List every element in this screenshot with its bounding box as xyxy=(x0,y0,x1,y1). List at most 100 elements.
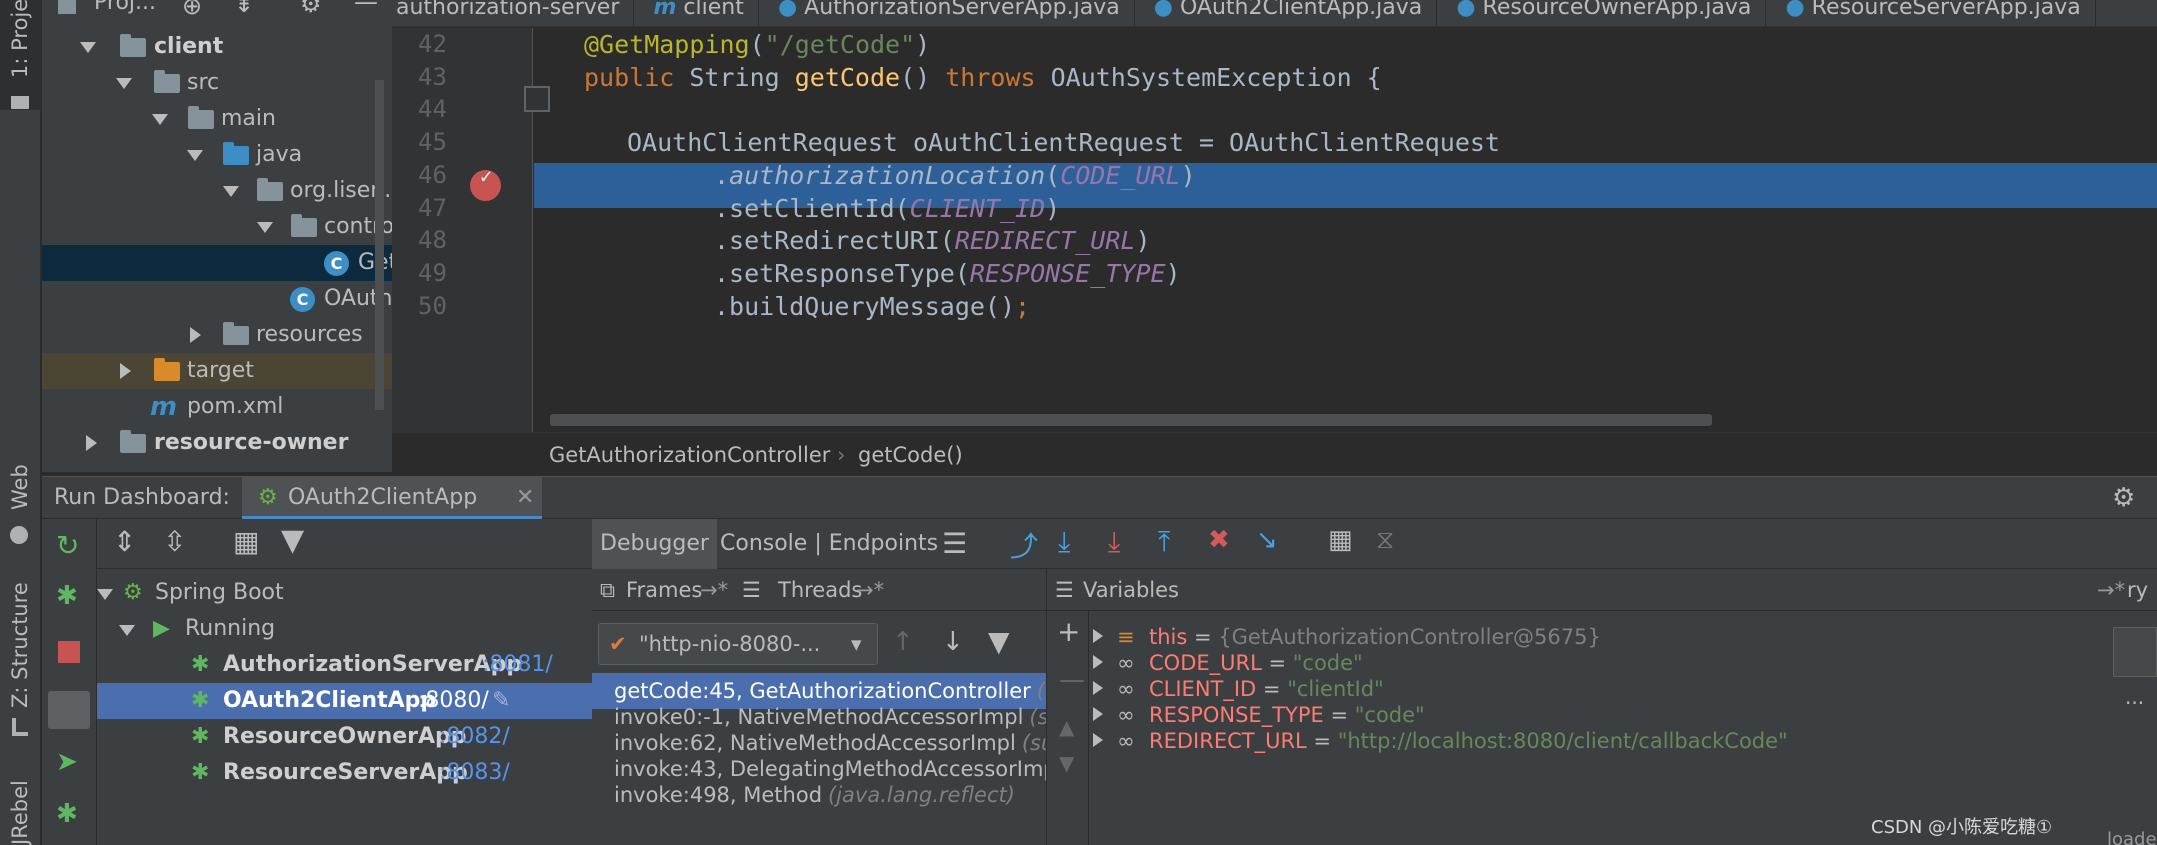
collapse-all-icon[interactable]: ⇳ xyxy=(163,525,186,558)
down-icon[interactable]: ▼ xyxy=(1059,751,1074,775)
threads-tab[interactable]: Threads xyxy=(778,569,862,611)
run-tree-port[interactable]: :8080/ xyxy=(418,683,489,719)
chevron-down-icon[interactable] xyxy=(152,114,168,125)
tree-item-java[interactable]: java xyxy=(42,137,392,173)
hide-icon[interactable]: — xyxy=(354,0,378,16)
web-tool-tab[interactable]: Web xyxy=(0,464,41,550)
tree-item-main[interactable]: main xyxy=(42,101,392,137)
pin-icon[interactable]: →* xyxy=(856,569,884,611)
down-arrow-icon[interactable]: ↓ xyxy=(942,627,964,657)
search-icon[interactable] xyxy=(2113,627,2157,677)
frames-tab[interactable]: Frames xyxy=(626,569,702,611)
up-icon[interactable]: ▲ xyxy=(1059,715,1074,739)
trace-icon[interactable]: ⧖ xyxy=(1376,525,1394,556)
structure-tool-tab[interactable]: Z: Structure xyxy=(0,582,41,740)
tree-item-client[interactable]: client xyxy=(42,29,392,65)
more-icon[interactable]: ... xyxy=(2125,685,2144,709)
tab-oauth2-client-app-config[interactable]: ⚙ OAuth2ClientApp ✕ xyxy=(242,477,542,519)
run-tree-port[interactable]: :8083/ xyxy=(439,755,510,791)
locate-icon[interactable]: ⊕ xyxy=(182,0,202,20)
remove-icon[interactable]: — xyxy=(1059,665,1085,695)
drop-frame-icon[interactable]: ✖ xyxy=(1208,525,1230,555)
chevron-right-icon[interactable] xyxy=(1093,655,1103,669)
tab-console-endpoints[interactable]: Console | Endpoints xyxy=(712,519,946,569)
close-icon[interactable]: ✕ xyxy=(516,477,534,519)
watches-tab[interactable]: ry xyxy=(2127,569,2148,611)
menu-icon[interactable]: ☰ xyxy=(942,527,967,560)
gear-icon[interactable]: ⚙ xyxy=(2112,477,2135,519)
add-icon[interactable]: + xyxy=(1057,615,1080,648)
bug-icon[interactable]: ✱ xyxy=(56,799,78,829)
tree-item-target[interactable]: target xyxy=(42,353,392,389)
tab-authorization-server-app[interactable]: ● AuthorizationServerApp.java xyxy=(764,0,1135,26)
step-out-icon[interactable]: ⤒ xyxy=(1158,525,1170,559)
expand-all-icon[interactable]: ⇕ xyxy=(113,525,136,558)
debug-icon[interactable]: ✱ xyxy=(56,581,78,611)
run-tree-item-spring-boot[interactable]: ⚙ Spring Boot xyxy=(97,575,592,611)
edit-icon[interactable]: ✎ xyxy=(492,683,510,719)
show-execution-point-icon[interactable]: ⤴ xyxy=(1010,525,1038,565)
fold-marker-icon[interactable] xyxy=(524,86,550,112)
tree-item-resource-owner[interactable]: resource-owner xyxy=(42,425,392,461)
chevron-down-icon[interactable] xyxy=(187,150,203,161)
tab-oauth2-client-app[interactable]: ● OAuth2ClientApp.java xyxy=(1140,0,1438,26)
project-tool-tab[interactable]: 1: Project xyxy=(0,0,41,110)
horizontal-scrollbar[interactable] xyxy=(550,414,1712,426)
collapse-all-icon[interactable]: ⇟ xyxy=(234,0,254,18)
thread-select[interactable]: ✔ "http-nio-8080-... ▾ xyxy=(598,623,878,665)
chevron-down-icon[interactable] xyxy=(80,42,96,53)
run-tree-port[interactable]: :8081/ xyxy=(482,647,553,683)
gear-icon[interactable]: ⚙ xyxy=(300,0,322,18)
project-view-selector[interactable]: Proj... xyxy=(94,0,156,16)
chevron-down-icon[interactable] xyxy=(119,625,135,636)
run-tree-item-running[interactable]: ▶ Running xyxy=(97,611,592,647)
rerun-icon[interactable]: ↻ xyxy=(56,529,79,562)
chevron-right-icon[interactable] xyxy=(1093,733,1103,747)
tree-item-src[interactable]: src xyxy=(42,65,392,101)
evaluate-expression-icon[interactable]: ▦ xyxy=(1328,525,1353,555)
chevron-right-icon[interactable] xyxy=(86,435,97,451)
tree-item-oauth-app[interactable]: C OAuth xyxy=(42,281,392,317)
pin-icon[interactable]: →* xyxy=(700,569,728,611)
run-tree-item-resource-owner[interactable]: ✱ ResourceOwnerApp :8082/ xyxy=(97,719,592,755)
filter-icon[interactable]: ▼ xyxy=(281,523,304,558)
variable-row[interactable]: ∞ REDIRECT_URL = "http://localhost:8080/c… xyxy=(1093,723,2157,759)
tab-client[interactable]: m client xyxy=(639,0,759,26)
chevron-right-icon[interactable] xyxy=(1093,681,1103,695)
group-icon[interactable]: ▦ xyxy=(233,525,259,558)
run-tree-item-authorization-server[interactable]: ✱ AuthorizationServerApp :8081/ xyxy=(97,647,592,683)
frame-row[interactable]: invoke:498, Method (java.lang.reflect) xyxy=(592,777,1046,813)
code-line[interactable]: public String getCode() throws OAuthSyst… xyxy=(584,55,1382,100)
tab-debugger[interactable]: Debugger xyxy=(592,519,717,569)
chevron-down-icon[interactable] xyxy=(223,186,239,197)
chevron-right-icon[interactable] xyxy=(1093,707,1103,721)
run-tree-item-oauth2-client[interactable]: ✱ OAuth2ClientApp :8080/ ✎ xyxy=(97,683,592,719)
tab-resource-server-app[interactable]: ● ResourceServerApp.java xyxy=(1771,0,2096,26)
chevron-right-icon[interactable] xyxy=(1093,629,1103,643)
tree-item-pom[interactable]: m pom.xml xyxy=(42,389,392,425)
up-arrow-icon[interactable]: ↑ xyxy=(892,627,914,657)
chevron-down-icon[interactable] xyxy=(116,78,132,89)
run-tree-item-resource-server[interactable]: ✱ ResourceServerApp :8083/ xyxy=(97,755,592,791)
tree-scrollbar[interactable] xyxy=(375,80,384,410)
chevron-right-icon[interactable] xyxy=(190,327,201,343)
step-over-icon[interactable]: ⤓ xyxy=(1058,525,1070,559)
code-editor[interactable]: ✓ 42 @GetMapping("/getCode") 43 public Stri… xyxy=(392,28,2157,432)
tab-resource-owner-app[interactable]: ● ResourceOwnerApp.java xyxy=(1442,0,1767,26)
tree-item-resources[interactable]: resources xyxy=(42,317,392,353)
tree-item-package[interactable]: org.lisen.c xyxy=(42,173,392,209)
run-arrow-icon[interactable]: ➤ xyxy=(56,747,78,777)
variables-tab[interactable]: Variables xyxy=(1083,569,1179,611)
filter-icon[interactable]: ▼ xyxy=(988,625,1010,658)
force-step-into-icon[interactable]: ⤓ xyxy=(1108,525,1120,559)
chevron-down-icon[interactable] xyxy=(257,222,273,233)
chevron-down-icon[interactable] xyxy=(97,589,113,600)
run-to-cursor-icon[interactable]: ↘ xyxy=(1256,525,1278,555)
breadcrumb-class[interactable]: GetAuthorizationController xyxy=(549,433,830,477)
tab-authorization-server[interactable]: authorization-server xyxy=(392,0,635,26)
tree-item-get-controller[interactable]: C Get xyxy=(42,245,392,281)
run-tree-port[interactable]: :8082/ xyxy=(439,719,510,755)
breadcrumb-method[interactable]: getCode() xyxy=(858,433,963,477)
chevron-right-icon[interactable] xyxy=(120,363,131,379)
pin-icon[interactable]: →* xyxy=(2097,569,2125,611)
